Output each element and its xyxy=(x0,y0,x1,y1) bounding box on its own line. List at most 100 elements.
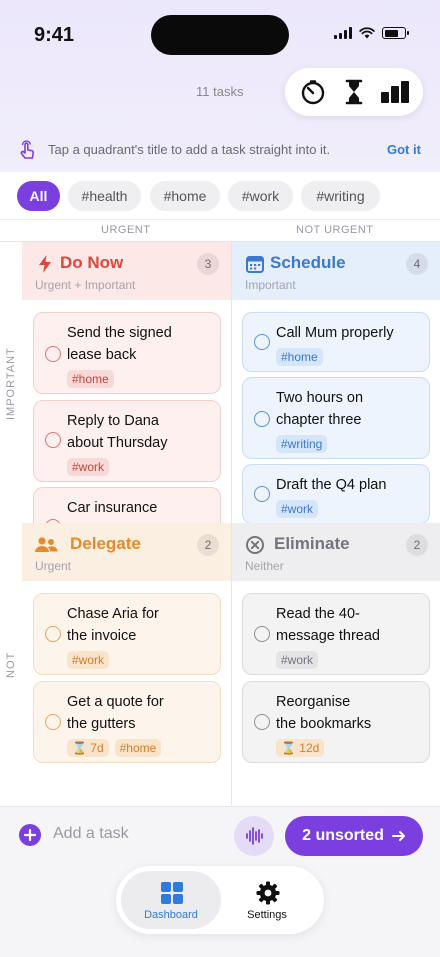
task-card[interactable]: Two hours on chapter three #writing xyxy=(242,377,430,459)
task-tag[interactable]: #writing xyxy=(276,435,328,453)
status-time: 9:41 xyxy=(34,24,75,46)
quadrant-subtitle: Urgent + Important xyxy=(35,278,136,292)
task-title: message thread xyxy=(276,628,380,644)
quadrant-header-delegate[interactable]: Delegate Urgent 2 xyxy=(22,523,231,581)
timer-button[interactable] xyxy=(297,76,329,108)
chart-icon xyxy=(380,81,409,103)
quadrant-schedule-list: Call Mum properly #home Two hours on cha… xyxy=(232,300,440,523)
task-card[interactable]: Chase Aria for the invoice #work xyxy=(33,593,221,675)
axis-label-not: NOT xyxy=(5,651,17,678)
add-task-button[interactable] xyxy=(19,824,41,846)
task-checkbox[interactable] xyxy=(45,432,61,448)
task-title: Get a quote for xyxy=(67,694,164,710)
cancel-circle-icon xyxy=(246,536,264,554)
task-title: Call Mum properly xyxy=(276,325,394,341)
filter-chip-work[interactable]: #work xyxy=(228,181,293,211)
task-checkbox[interactable] xyxy=(254,411,270,427)
signal-icon xyxy=(334,27,352,39)
hint-banner: Tap a quadrant's title to add a task str… xyxy=(0,132,440,168)
task-checkbox[interactable] xyxy=(254,486,270,502)
filter-chip-health[interactable]: #health xyxy=(68,181,141,211)
task-card[interactable]: Reorganise the bookmarks ⌛ 12d xyxy=(242,681,430,763)
task-checkbox[interactable] xyxy=(45,714,61,730)
quadrant-do-now-list: Send the signed lease back #home Reply t… xyxy=(22,300,231,523)
people-icon xyxy=(35,537,58,552)
quadrant-count-badge: 2 xyxy=(406,534,428,556)
task-tag[interactable]: #work xyxy=(276,651,319,669)
task-card[interactable]: Reply to Dana about Thursday #work xyxy=(33,400,221,482)
task-title: the bookmarks xyxy=(276,716,372,732)
task-title: Read the 40- xyxy=(276,606,360,622)
task-card[interactable]: Car insurance xyxy=(33,487,221,523)
task-title: Car insurance xyxy=(67,500,158,516)
task-title: the gutters xyxy=(67,716,136,732)
task-tag[interactable]: #home xyxy=(276,348,323,366)
quadrant-title: Delegate xyxy=(70,534,141,553)
axis-label-not-urgent: NOT URGENT xyxy=(296,224,374,236)
quadrant-title: Do Now xyxy=(60,253,124,272)
task-tag[interactable]: #work xyxy=(276,500,319,518)
tab-label: Dashboard xyxy=(144,909,198,921)
axis-label-important: IMPORTANT xyxy=(5,347,17,420)
filter-chip-writing[interactable]: #writing xyxy=(301,181,380,211)
task-checkbox[interactable] xyxy=(254,334,270,350)
calendar-icon xyxy=(246,256,264,273)
quadrant-header-do-now[interactable]: Do Now Urgent + Important 3 xyxy=(22,242,231,300)
task-card[interactable]: Get a quote for the gutters ⌛ 7d #home xyxy=(33,681,221,763)
task-tag[interactable]: #work xyxy=(67,651,110,669)
task-title: Send the signed xyxy=(67,325,172,341)
got-it-button[interactable]: Got it xyxy=(387,142,421,157)
task-title: Two hours on xyxy=(276,390,364,406)
hourglass-icon xyxy=(345,79,363,105)
due-badge: ⌛ 12d xyxy=(276,739,325,757)
task-checkbox[interactable] xyxy=(45,626,61,642)
task-card[interactable]: Call Mum properly #home xyxy=(242,312,430,372)
status-icons xyxy=(334,27,409,39)
phone-screen: 9:41 11 tasks Tap a quadrant's title to … xyxy=(0,0,440,957)
dashboard-icon xyxy=(161,882,183,904)
hint-text: Tap a quadrant's title to add a task str… xyxy=(48,142,331,157)
task-card[interactable]: Read the 40- message thread #work xyxy=(242,593,430,675)
task-title: lease back xyxy=(67,347,137,363)
quadrant-header-schedule[interactable]: Schedule Important 4 xyxy=(232,242,440,300)
task-card[interactable]: Draft the Q4 plan #work xyxy=(242,464,430,523)
axis-label-urgent: URGENT xyxy=(101,224,151,236)
task-title: Reply to Dana xyxy=(67,413,159,429)
task-checkbox[interactable] xyxy=(45,346,61,362)
tab-settings[interactable]: Settings xyxy=(217,871,317,929)
task-card[interactable]: Send the signed lease back #home xyxy=(33,312,221,394)
task-tag[interactable]: #home xyxy=(114,739,162,757)
quadrant-header-eliminate[interactable]: Eliminate Neither 2 xyxy=(232,523,440,581)
filter-chip-all[interactable]: All xyxy=(17,181,60,211)
task-tag[interactable]: #home xyxy=(67,370,114,388)
quadrant-count-badge: 3 xyxy=(197,253,219,275)
task-count: 11 tasks xyxy=(196,84,244,99)
filter-chip-home[interactable]: #home xyxy=(150,181,220,211)
task-tag[interactable]: #work xyxy=(67,458,110,476)
task-title: chapter three xyxy=(276,412,362,428)
quadrant-subtitle: Neither xyxy=(245,559,284,573)
unsorted-button[interactable]: 2 unsorted xyxy=(285,816,423,856)
stats-button[interactable] xyxy=(379,76,411,108)
plus-icon xyxy=(24,829,36,841)
arrow-right-icon xyxy=(391,831,405,841)
task-title: Draft the Q4 plan xyxy=(276,477,387,493)
task-title: Reorganise xyxy=(276,694,351,710)
task-checkbox[interactable] xyxy=(254,714,270,730)
hourglass-button[interactable] xyxy=(338,76,370,108)
gear-icon xyxy=(256,881,280,905)
quadrant-title: Schedule xyxy=(270,253,346,272)
quadrant-count-badge: 2 xyxy=(197,534,219,556)
lightning-icon xyxy=(39,255,51,273)
tab-dashboard[interactable]: Dashboard xyxy=(121,871,221,929)
battery-icon xyxy=(382,27,409,39)
tab-bar: Dashboard Settings xyxy=(116,866,324,934)
task-checkbox[interactable] xyxy=(254,626,270,642)
task-title: the invoice xyxy=(67,628,137,644)
task-title: Chase Aria for xyxy=(67,606,159,622)
dynamic-island xyxy=(151,15,289,55)
tap-finger-icon xyxy=(20,140,34,159)
add-task-input[interactable]: Add a task xyxy=(53,825,129,843)
voice-input-button[interactable] xyxy=(234,816,274,856)
unsorted-label: 2 unsorted xyxy=(302,827,384,844)
